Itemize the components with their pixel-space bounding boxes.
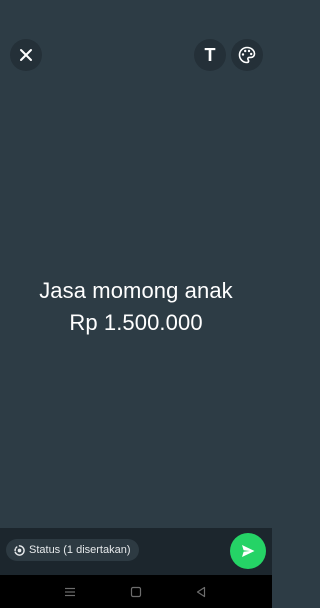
- status-text-content[interactable]: Jasa momong anak Rp 1.500.000: [0, 275, 272, 339]
- home-icon: [130, 586, 142, 598]
- text-style-button[interactable]: T: [194, 39, 226, 71]
- recent-apps-button[interactable]: [62, 584, 78, 600]
- close-button[interactable]: [10, 39, 42, 71]
- background-color-button[interactable]: [231, 39, 263, 71]
- send-button[interactable]: [230, 533, 266, 569]
- status-text-line: Jasa momong anak: [39, 278, 233, 303]
- send-icon: [242, 545, 255, 557]
- recent-apps-icon: [65, 587, 75, 597]
- status-composer-screen: T Jasa momong anak Rp 1.500.000 Status (…: [0, 0, 272, 608]
- status-audience-label: Status (1 disertakan): [29, 544, 131, 556]
- status-audience-button[interactable]: Status (1 disertakan): [6, 539, 139, 561]
- back-icon: [196, 586, 206, 598]
- text-icon: T: [204, 45, 216, 65]
- system-navigation-bar: [0, 575, 272, 608]
- home-button[interactable]: [128, 584, 144, 600]
- status-text-line: Rp 1.500.000: [69, 310, 203, 335]
- close-icon: [20, 49, 32, 61]
- status-ring-icon: [14, 544, 25, 556]
- palette-icon: [238, 46, 256, 64]
- back-button[interactable]: [193, 584, 209, 600]
